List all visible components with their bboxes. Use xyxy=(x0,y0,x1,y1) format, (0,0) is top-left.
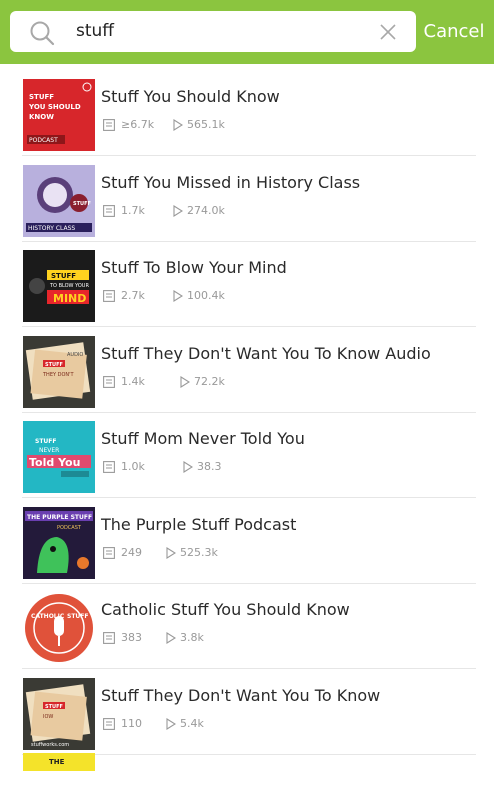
episodes-icon xyxy=(103,718,115,730)
podcast-stats: 110 5.4k xyxy=(103,716,403,732)
podcast-result-row[interactable]: STUFF YOU SHOULD KNOW PODCAST Stuff You … xyxy=(0,70,494,156)
artwork-text: THE PURPLE STUFF xyxy=(27,514,92,521)
artwork-text: MIND xyxy=(53,292,86,305)
podcast-stats: 2.7k 100.4k xyxy=(103,288,403,304)
episodes-icon xyxy=(103,205,115,217)
artwork-text: IOW xyxy=(43,714,53,720)
artwork-text: THEY DON'T xyxy=(42,372,75,378)
artwork-text: stuffworks.com xyxy=(31,742,69,748)
play-icon xyxy=(183,461,193,473)
artwork-text: PODCAST xyxy=(29,137,58,144)
play-icon xyxy=(173,119,183,131)
podcast-result-row[interactable]: STUFF IOW stuffworks.com Stuff They Don't… xyxy=(0,669,494,755)
artwork-text: NEVER xyxy=(39,447,59,454)
podcast-title[interactable]: Stuff You Should Know xyxy=(101,86,280,108)
podcast-title[interactable]: Stuff To Blow Your Mind xyxy=(101,257,287,279)
podcast-result-row[interactable]: STUFF THEY DON'T AUDIO Stuff They Don't W… xyxy=(0,327,494,413)
episode-count: ≥6.7k xyxy=(121,118,155,131)
play-icon xyxy=(180,376,190,388)
artwork-text: PODCAST xyxy=(57,525,82,531)
artwork-text: STUFF xyxy=(45,704,63,710)
podcast-result-row[interactable]: THE PURPLE STUFF PODCAST The Purple Stuf… xyxy=(0,498,494,584)
podcast-title[interactable]: Stuff They Don't Want You To Know Audio xyxy=(101,343,431,365)
episodes-icon xyxy=(103,547,115,559)
artwork-text: KNOW xyxy=(29,113,54,121)
podcast-title[interactable]: Stuff They Don't Want You To Know xyxy=(101,685,380,707)
podcast-artwork[interactable]: STUFF NEVER Told You xyxy=(23,421,95,493)
episodes-icon xyxy=(103,461,115,473)
episode-count: 1.4k xyxy=(121,375,145,388)
podcast-title[interactable]: The Purple Stuff Podcast xyxy=(101,514,296,536)
play-count: 525.3k xyxy=(180,546,218,559)
cancel-button[interactable]: Cancel xyxy=(423,21,485,43)
play-count: 565.1k xyxy=(187,118,225,131)
search-box[interactable] xyxy=(10,11,416,52)
episode-count: 1.7k xyxy=(121,204,145,217)
artwork-text: AUDIO xyxy=(67,352,83,358)
podcast-stats: 383 3.8k xyxy=(103,630,403,646)
podcast-title[interactable]: Stuff You Missed in History Class xyxy=(101,172,360,194)
podcast-artwork[interactable]: CATHOLIC STUFF xyxy=(23,592,95,664)
episode-count: 249 xyxy=(121,546,142,559)
play-icon xyxy=(173,290,183,302)
podcast-artwork[interactable]: STUFF TO BLOW YOUR MIND xyxy=(23,250,95,322)
episodes-icon xyxy=(103,290,115,302)
play-icon xyxy=(173,205,183,217)
podcast-title[interactable]: Stuff Mom Never Told You xyxy=(101,428,305,450)
episodes-icon xyxy=(103,119,115,131)
artwork-text: Told You xyxy=(29,456,80,469)
artwork-text: STUFF xyxy=(67,613,88,620)
play-icon xyxy=(166,547,176,559)
artwork-text: YOU SHOULD xyxy=(28,103,81,111)
results-list: STUFF YOU SHOULD KNOW PODCAST Stuff You … xyxy=(0,64,494,800)
artwork-text: STUFF xyxy=(35,438,56,445)
play-count: 5.4k xyxy=(180,717,204,730)
artwork-text: STUFF xyxy=(45,362,63,368)
search-icon xyxy=(30,21,55,46)
episodes-icon xyxy=(103,632,115,644)
podcast-stats: ≥6.7k 565.1k xyxy=(103,117,403,133)
clear-icon[interactable] xyxy=(378,22,398,42)
episode-count: 383 xyxy=(121,631,142,644)
artwork-text: STUFF xyxy=(29,93,54,101)
podcast-artwork[interactable]: THE PURPLE STUFF PODCAST xyxy=(23,507,95,579)
artwork-text: STUFF xyxy=(51,272,76,280)
play-count: 100.4k xyxy=(187,289,225,302)
partial-artwork-label: THE xyxy=(49,758,65,766)
artwork-text: HISTORY CLASS xyxy=(28,225,75,232)
podcast-result-row[interactable]: STUFF HISTORY CLASS Stuff You Missed in H… xyxy=(0,156,494,242)
podcast-result-row[interactable]: STUFF NEVER Told You Stuff Mom Never Tol… xyxy=(0,412,494,498)
play-count: 274.0k xyxy=(187,204,225,217)
podcast-stats: 1.4k 72.2k xyxy=(103,374,403,390)
podcast-artwork[interactable]: STUFF YOU SHOULD KNOW PODCAST xyxy=(23,79,95,151)
artwork-text: STUFF xyxy=(73,201,91,207)
podcast-stats: 1.0k 38.3 xyxy=(103,459,403,475)
artwork-text: TO BLOW YOUR xyxy=(49,283,89,289)
episode-count: 2.7k xyxy=(121,289,145,302)
podcast-stats: 249 525.3k xyxy=(103,545,403,561)
podcast-artwork-partial[interactable]: THE xyxy=(23,753,95,771)
episodes-icon xyxy=(103,376,115,388)
podcast-result-row[interactable]: CATHOLIC STUFF Catholic Stuff You Should… xyxy=(0,583,494,669)
search-input[interactable] xyxy=(76,19,366,43)
podcast-artwork[interactable]: STUFF THEY DON'T AUDIO xyxy=(23,336,95,408)
play-count: 3.8k xyxy=(180,631,204,644)
podcast-artwork[interactable]: STUFF HISTORY CLASS xyxy=(23,165,95,237)
podcast-stats: 1.7k 274.0k xyxy=(103,203,403,219)
play-icon xyxy=(166,718,176,730)
podcast-result-row[interactable]: STUFF TO BLOW YOUR MIND Stuff To Blow You… xyxy=(0,241,494,327)
play-count: 72.2k xyxy=(194,375,225,388)
play-icon xyxy=(166,632,176,644)
podcast-artwork[interactable]: STUFF IOW stuffworks.com xyxy=(23,678,95,750)
podcast-title[interactable]: Catholic Stuff You Should Know xyxy=(101,599,350,621)
app-header: Cancel xyxy=(0,0,494,64)
play-count: 38.3 xyxy=(197,460,222,473)
episode-count: 1.0k xyxy=(121,460,145,473)
episode-count: 110 xyxy=(121,717,142,730)
